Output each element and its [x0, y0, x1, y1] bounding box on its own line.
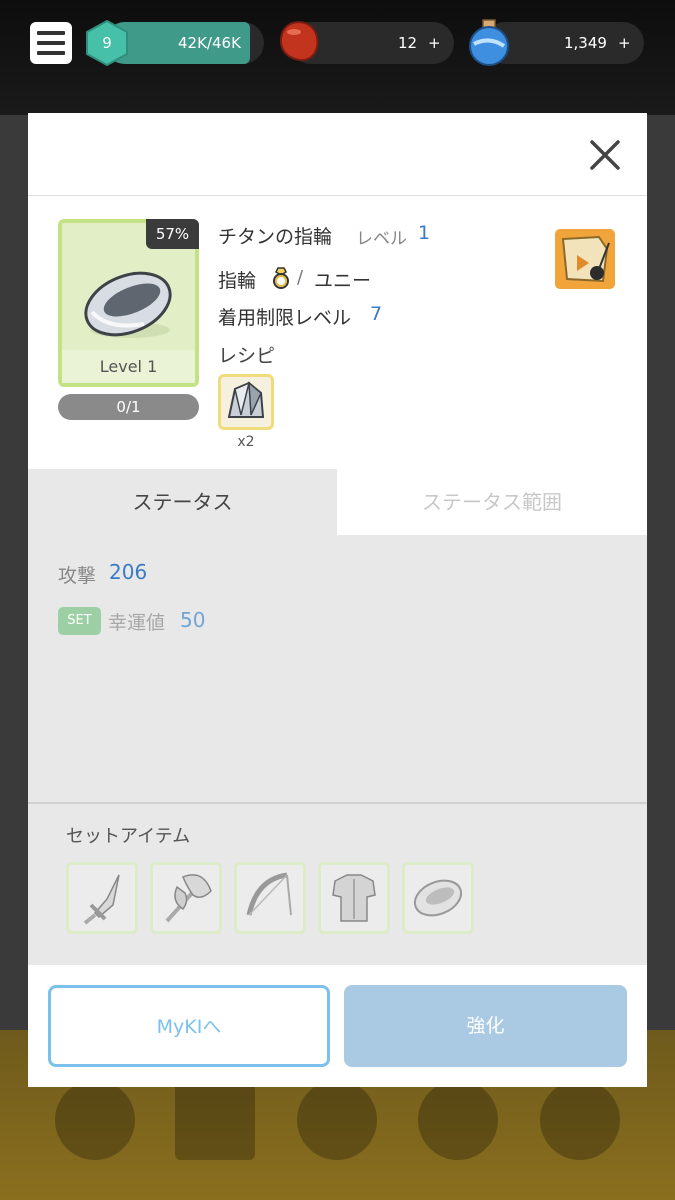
background-slot: [55, 1080, 135, 1160]
item-type: 指輪: [218, 270, 257, 292]
bow-icon: [246, 872, 292, 916]
background-slot: [418, 1080, 498, 1160]
equip-level-label: 着用制限レベル: [218, 307, 352, 329]
item-level-label: レベル: [356, 229, 407, 249]
guide-button[interactable]: [555, 229, 615, 289]
set-items-title: セットアイテム: [66, 826, 191, 847]
divider: [28, 802, 647, 804]
player-level: 9: [102, 34, 112, 52]
armor-icon: [332, 874, 376, 922]
type-separator: /: [297, 267, 304, 288]
item-count-bar: 0/1: [58, 394, 199, 420]
background-slot: [297, 1080, 377, 1160]
sword-icon: [83, 874, 120, 925]
item-name: チタンの指輪: [218, 226, 333, 248]
myki-button[interactable]: MyKIへ: [48, 985, 330, 1067]
recipe-quantity: x2: [237, 434, 255, 450]
luck-label: 幸運値: [108, 612, 166, 634]
tab-status[interactable]: ステータス: [28, 469, 337, 535]
set-item-slot[interactable]: [66, 862, 138, 934]
set-item-slot[interactable]: [234, 862, 306, 934]
item-card-level: Level 1: [62, 350, 195, 383]
axe-icon: [165, 874, 212, 923]
item-level-value: 1: [418, 222, 431, 244]
item-rarity: ユニー: [314, 270, 372, 292]
set-item-slot[interactable]: [150, 862, 222, 934]
recipe-material-slot[interactable]: [218, 374, 274, 430]
exp-text: 42K/46K: [178, 34, 241, 52]
set-badge: SET: [58, 607, 101, 635]
menu-button[interactable]: [30, 22, 72, 64]
menu-icon-line: [37, 51, 65, 55]
background-slot: [175, 1080, 255, 1160]
ring-type-icon: [273, 267, 289, 289]
ore-icon: [227, 381, 265, 418]
equip-level-value: 7: [370, 303, 383, 325]
divider: [28, 195, 647, 196]
potion-count: 1,349: [564, 34, 607, 52]
beans-add-button[interactable]: +: [428, 22, 441, 64]
potion-icon: [469, 19, 509, 66]
luck-value: 50: [180, 608, 206, 632]
beans-count: 12: [398, 34, 418, 52]
recipe-label: レシピ: [218, 345, 276, 367]
ring-icon: [84, 271, 172, 338]
attack-label: 攻撃: [58, 565, 97, 587]
potion-add-button[interactable]: +: [618, 22, 631, 64]
close-icon[interactable]: [588, 138, 622, 172]
set-item-slot[interactable]: [318, 862, 390, 934]
menu-icon-line: [37, 41, 65, 45]
menu-icon-line: [37, 31, 65, 35]
percent-badge: 57%: [146, 219, 199, 249]
map-quill-icon: [561, 235, 610, 283]
tab-status-range[interactable]: ステータス範囲: [337, 469, 647, 535]
background-slot: [540, 1080, 620, 1160]
attack-value: 206: [109, 560, 148, 584]
enhance-button[interactable]: 強化: [344, 985, 627, 1067]
bean-icon: [280, 21, 319, 62]
set-item-slot[interactable]: [402, 862, 474, 934]
ring-icon: [413, 879, 463, 917]
